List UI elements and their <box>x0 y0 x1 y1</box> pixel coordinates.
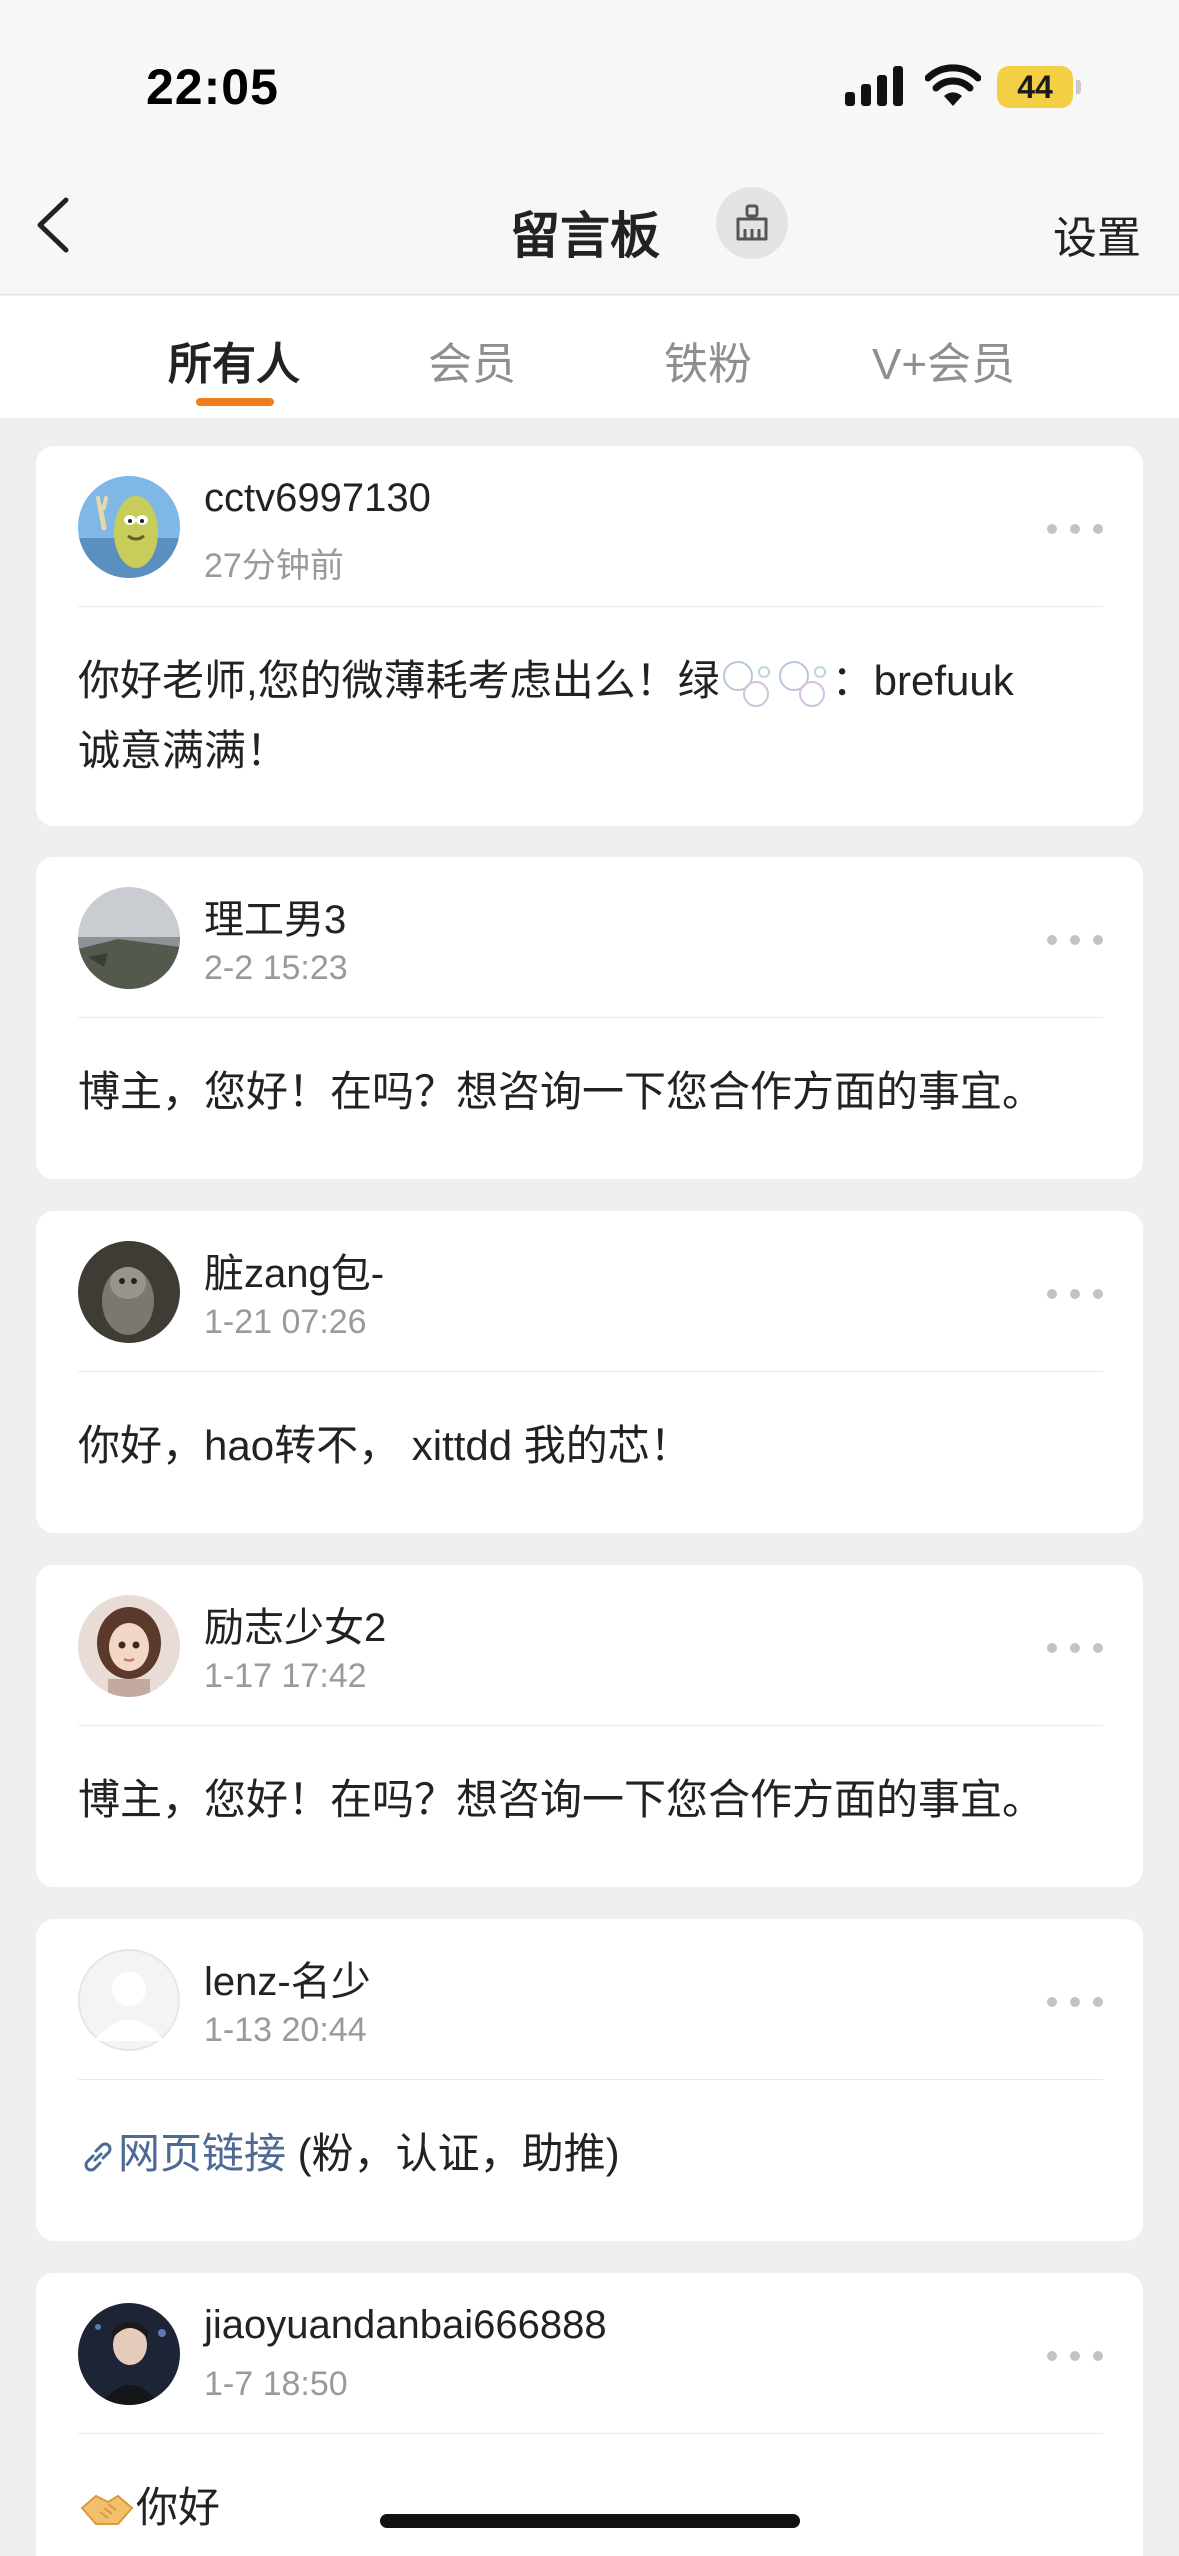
more-options-icon[interactable] <box>1047 1627 1103 1667</box>
message-text-part: (粉，认证，助推) <box>286 2130 620 2177</box>
home-indicator[interactable] <box>380 2514 800 2528</box>
username[interactable]: lenz-名少 <box>204 1949 371 2007</box>
wifi-icon <box>925 64 981 106</box>
avatar[interactable] <box>78 1949 180 2051</box>
message-text: 你好，hao转不， xittdd 我的芯！ <box>78 1422 692 1469</box>
timestamp: 1-17 17:42 <box>204 1657 367 1695</box>
message-text-part: ：brefuuk <box>831 657 1014 704</box>
avatar[interactable] <box>78 887 180 989</box>
more-options-icon[interactable] <box>1047 508 1103 548</box>
tab-members[interactable]: 会员 <box>428 328 516 392</box>
tab-bar: 所有人 会员 铁粉 V+会员 <box>0 296 1179 418</box>
link-icon <box>84 2142 112 2172</box>
bubble-emoji-icon <box>778 660 826 707</box>
message-text: 你好 <box>78 2473 1103 2543</box>
message-card[interactable]: 脏zang包- 1-21 07:26 你好，hao转不， xittdd 我的芯！ <box>36 1211 1143 1533</box>
timestamp: 1-7 18:50 <box>204 2365 348 2403</box>
message-text-part: 你好 <box>136 2484 221 2531</box>
battery-tip <box>1076 80 1081 94</box>
tab-indicator <box>196 398 274 406</box>
message-text: 博主，您好！在吗？想咨询一下您合作方面的事宜。 <box>78 1068 1045 1115</box>
username[interactable]: 励志少女2 <box>204 1595 386 1653</box>
more-options-icon[interactable] <box>1047 919 1103 959</box>
web-link[interactable]: 网页链接 <box>118 2130 286 2177</box>
avatar[interactable] <box>78 1595 180 1697</box>
avatar[interactable] <box>78 1241 180 1343</box>
handshake-emoji-icon <box>80 2494 134 2525</box>
divider <box>78 1725 1103 1726</box>
broom-icon <box>736 204 768 241</box>
battery-percent: 44 <box>1017 69 1053 105</box>
message-text: 你好老师,您的微薄耗考虑出么！绿 ：brefuuk 诚意满满！ <box>78 646 1103 786</box>
more-options-icon[interactable] <box>1047 2335 1103 2375</box>
message-card[interactable]: 理工男3 2-2 15:23 博主，您好！在吗？想咨询一下您合作方面的事宜。 <box>36 857 1143 1179</box>
page-title: 留言板 <box>510 208 660 264</box>
nav-bar: 留言板 设置 <box>0 160 1179 295</box>
message-text-part: 你好老师,您的微薄耗考虑出么！绿 <box>78 657 720 704</box>
bubble-emoji-icon <box>722 660 770 707</box>
divider <box>78 1017 1103 1018</box>
status-bar: 22:05 44 <box>0 0 1179 160</box>
username[interactable]: jiaoyuandanbai666888 <box>204 2303 607 2348</box>
timestamp: 2-2 15:23 <box>204 949 348 987</box>
clear-button[interactable] <box>716 187 788 259</box>
more-options-icon[interactable] <box>1047 1981 1103 2021</box>
chevron-left-icon[interactable] <box>26 190 86 260</box>
message-card[interactable]: lenz-名少 1-13 20:44 网页链接 (粉，认证，助推) <box>36 1919 1143 2241</box>
timestamp: 1-13 20:44 <box>204 2011 367 2049</box>
divider <box>78 2079 1103 2080</box>
username[interactable]: 理工男3 <box>204 887 346 945</box>
divider <box>78 2433 1103 2434</box>
battery-icon: 44 <box>997 66 1081 108</box>
tab-vplus-members[interactable]: V+会员 <box>872 328 1015 392</box>
tab-loyal-fans[interactable]: 铁粉 <box>664 328 752 392</box>
more-options-icon[interactable] <box>1047 1273 1103 1313</box>
divider <box>78 606 1103 607</box>
username[interactable]: 脏zang包- <box>204 1241 384 1299</box>
username[interactable]: cctv6997130 <box>204 476 431 521</box>
message-card[interactable]: cctv6997130 27分钟前 你好老师,您的微薄耗考虑出么！绿 ：brefu… <box>36 446 1143 826</box>
message-card[interactable]: 励志少女2 1-17 17:42 博主，您好！在吗？想咨询一下您合作方面的事宜。 <box>36 1565 1143 1887</box>
avatar[interactable] <box>78 2303 180 2405</box>
message-text-part: 诚意满满！ <box>78 727 289 774</box>
tab-everyone[interactable]: 所有人 <box>168 328 300 392</box>
status-time: 22:05 <box>146 59 279 115</box>
avatar[interactable] <box>78 476 180 578</box>
settings-button[interactable]: 设置 <box>1053 202 1141 266</box>
message-text: 网页链接 (粉，认证，助推) <box>78 2119 1103 2189</box>
timestamp: 27分钟前 <box>204 547 344 585</box>
signal-icon <box>845 66 903 106</box>
timestamp: 1-21 07:26 <box>204 1303 367 1341</box>
divider <box>78 1371 1103 1372</box>
message-text: 博主，您好！在吗？想咨询一下您合作方面的事宜。 <box>78 1776 1045 1823</box>
